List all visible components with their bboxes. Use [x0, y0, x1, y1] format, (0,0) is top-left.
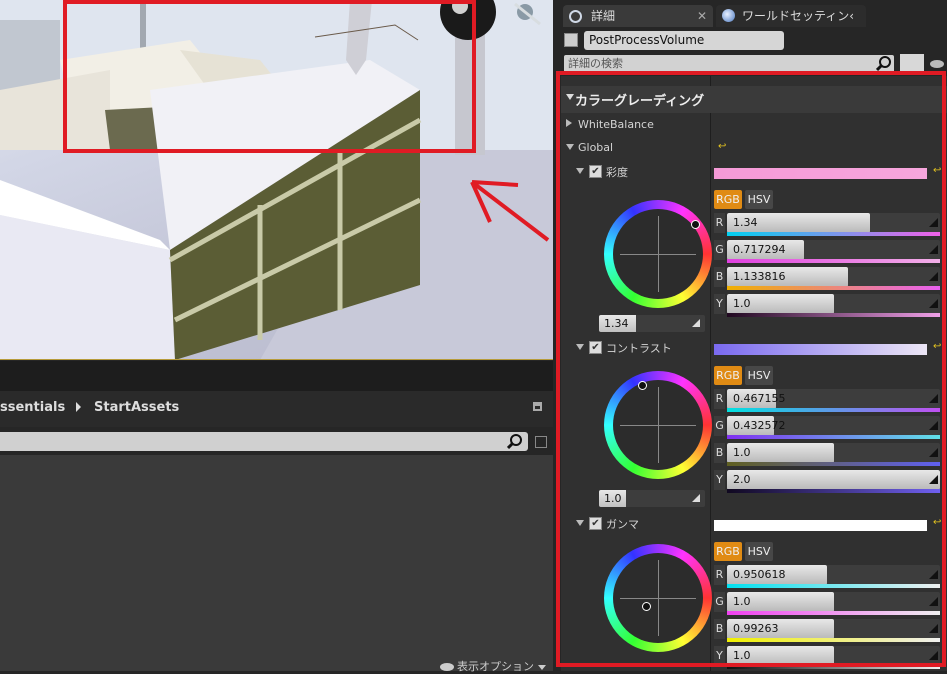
tab-details-label: 詳細 — [591, 9, 616, 23]
save-search-icon[interactable] — [535, 436, 547, 448]
view-options-button[interactable]: 表示オプション — [440, 658, 546, 674]
content-browser-header — [0, 361, 553, 391]
search-icon — [876, 56, 891, 72]
content-browser-path-bar: ssentials StartAssets — [0, 391, 553, 427]
viewport-border — [0, 359, 553, 360]
lock-icon[interactable] — [533, 402, 542, 411]
tab-world-settings[interactable]: ワールドセッティン‹ — [716, 5, 866, 27]
eye-icon — [440, 663, 454, 671]
globe-icon — [722, 9, 735, 22]
annotation-box-viewport — [63, 0, 476, 153]
content-browser-search-input[interactable] — [0, 432, 528, 451]
breadcrumb-chevron-icon — [76, 402, 81, 412]
eye-icon[interactable] — [930, 60, 944, 68]
annotation-box-details — [556, 71, 946, 667]
close-icon[interactable]: ✕ — [697, 5, 707, 27]
search-icon — [507, 434, 522, 450]
object-name-field[interactable]: PostProcessVolume — [584, 31, 784, 50]
actor-icon — [564, 33, 578, 47]
breadcrumb-item[interactable]: StartAssets — [94, 400, 179, 415]
level-viewport[interactable] — [0, 0, 553, 360]
tab-world-settings-label: ワールドセッティン‹ — [742, 9, 855, 23]
chevron-down-icon — [537, 664, 546, 670]
view-options-label: 表示オプション — [457, 660, 534, 673]
tab-details[interactable]: 詳細 ✕ — [563, 5, 713, 27]
magnifier-icon — [569, 10, 582, 23]
content-browser-asset-area[interactable]: 表示オプション — [0, 455, 553, 674]
breadcrumb-item[interactable]: ssentials — [0, 400, 65, 415]
